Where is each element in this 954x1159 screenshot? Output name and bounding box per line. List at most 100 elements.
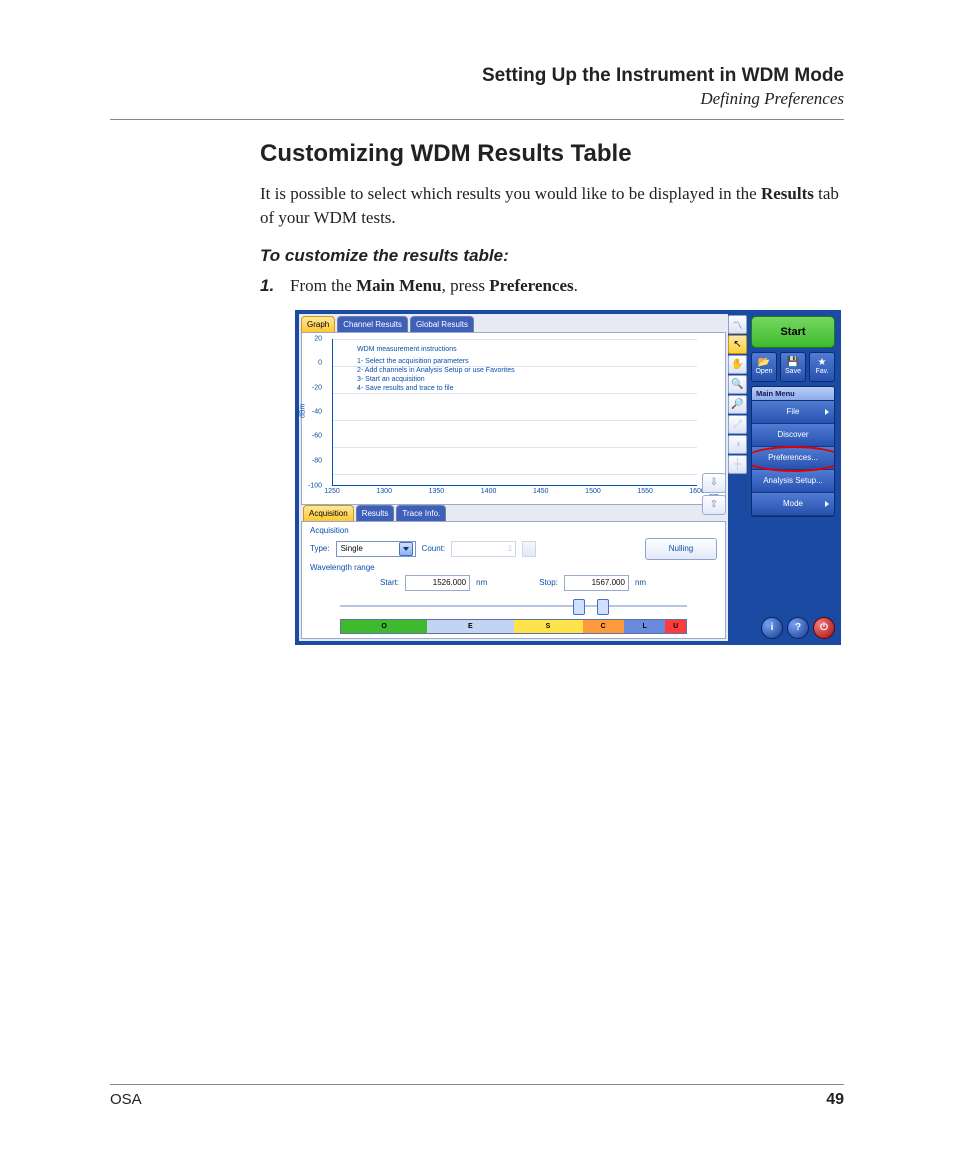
tab-channel-results[interactable]: Channel Results xyxy=(337,316,408,332)
tab-results[interactable]: Results xyxy=(356,505,395,521)
tool-pointer-icon[interactable]: ↖ xyxy=(728,335,747,354)
star-icon: ★ xyxy=(818,358,827,368)
count-label: Count: xyxy=(422,544,446,553)
main-menu: Main Menu File Discover Preferences... A… xyxy=(751,386,835,517)
save-button[interactable]: 💾Save xyxy=(780,352,806,382)
instructions-line: 2- Add channels in Analysis Setup or use… xyxy=(357,366,515,375)
menu-item-discover[interactable]: Discover xyxy=(752,424,834,447)
xtick: 1550 xyxy=(637,488,653,495)
ytick: -60 xyxy=(312,433,322,440)
intro-pre: It is possible to select which results y… xyxy=(260,184,761,203)
open-button[interactable]: 📂Open xyxy=(751,352,777,382)
y-axis-label: dBm xyxy=(300,404,307,418)
chevron-right-icon xyxy=(825,409,829,415)
top-tabs: Graph Channel Results Global Results xyxy=(299,314,728,332)
instructions-overlay: WDM measurement instructions 1- Select t… xyxy=(357,345,515,393)
step-1: 1. From the Main Menu, press Preferences… xyxy=(260,276,844,296)
wavelength-slider[interactable] xyxy=(310,598,717,614)
menu-item-file[interactable]: File xyxy=(752,401,834,424)
dropdown-icon[interactable] xyxy=(399,542,413,556)
xtick: 1400 xyxy=(481,488,497,495)
tool-fit-icon[interactable]: ⤢ xyxy=(728,415,747,434)
main-menu-header: Main Menu xyxy=(752,387,834,401)
band-e: E xyxy=(427,620,513,633)
ytick: 0 xyxy=(318,359,322,366)
ytick: -80 xyxy=(312,458,322,465)
system-buttons: i ? ⏻ xyxy=(751,617,835,639)
band-s: S xyxy=(514,620,583,633)
wavelength-legend: Wavelength range xyxy=(310,563,717,572)
start-label: Start: xyxy=(380,578,399,587)
band-l: L xyxy=(624,620,665,633)
band-u: U xyxy=(665,620,686,633)
power-button[interactable]: ⏻ xyxy=(813,617,835,639)
ytick: -20 xyxy=(312,384,322,391)
help-button[interactable]: ? xyxy=(787,617,809,639)
xtick: 1500 xyxy=(585,488,601,495)
tool-zoom-out-icon[interactable]: 🔎 xyxy=(728,395,747,414)
instructions-line: 4- Save results and trace to file xyxy=(357,384,515,393)
stop-label: Stop: xyxy=(539,578,558,587)
nulling-button[interactable]: Nulling xyxy=(645,538,717,560)
stop-unit: nm xyxy=(635,578,646,587)
tab-graph[interactable]: Graph xyxy=(301,316,335,332)
header-rule xyxy=(110,119,844,120)
count-spinner[interactable] xyxy=(522,541,536,557)
folder-open-icon: 📂 xyxy=(758,358,770,368)
section-heading: Customizing WDM Results Table xyxy=(260,140,844,168)
app-screenshot: Graph Channel Results Global Results 20 … xyxy=(295,310,841,645)
panel-up-button[interactable]: ⇧ xyxy=(702,495,726,515)
ytick: 20 xyxy=(314,335,322,342)
page-header-subtitle: Defining Preferences xyxy=(260,89,844,109)
tool-zoom-in-icon[interactable]: 🔍 xyxy=(728,375,747,394)
xtick: 1300 xyxy=(376,488,392,495)
menu-item-preferences[interactable]: Preferences... xyxy=(752,447,834,470)
page-number: 49 xyxy=(826,1091,844,1109)
procedure-heading: To customize the results table: xyxy=(260,246,844,266)
page-header-title: Setting Up the Instrument in WDM Mode xyxy=(260,65,844,87)
slider-handle-stop[interactable] xyxy=(597,599,609,615)
favorites-button[interactable]: ★Fav. xyxy=(809,352,835,382)
graph-toolbar: 〽 ↖ ✋ 🔍 🔎 ⤢ ◑ ┼ xyxy=(728,314,749,641)
tab-global-results[interactable]: Global Results xyxy=(410,316,474,332)
tool-cursor-icon[interactable]: ┼ xyxy=(728,455,747,474)
ytick: -100 xyxy=(308,482,322,489)
step-number: 1. xyxy=(260,276,290,296)
save-icon: 💾 xyxy=(787,358,799,368)
graph-area: 20 0 -20 -40 -60 -80 -100 dBm 1250 1300 … xyxy=(301,332,726,505)
band-bar: O E S C L U xyxy=(340,619,687,634)
band-o: O xyxy=(341,620,427,633)
instructions-line: 3- Start an acquisition xyxy=(357,375,515,384)
slider-handle-start[interactable] xyxy=(573,599,585,615)
type-value: Single xyxy=(341,544,363,553)
count-input[interactable]: 1 xyxy=(451,541,516,557)
menu-item-analysis-setup[interactable]: Analysis Setup... xyxy=(752,470,834,493)
type-select[interactable]: Single xyxy=(336,541,416,557)
acquisition-legend: Acquisition xyxy=(310,526,717,535)
instructions-title: WDM measurement instructions xyxy=(357,345,515,354)
step-text: From the Main Menu, press Preferences. xyxy=(290,276,844,296)
acquisition-panel: Acquisition Type: Single Count: 1 Nullin… xyxy=(301,521,726,639)
info-button[interactable]: i xyxy=(761,617,783,639)
start-button[interactable]: Start xyxy=(751,316,835,348)
start-input[interactable]: 1526.000 xyxy=(405,575,470,591)
instructions-line: 1- Select the acquisition parameters xyxy=(357,357,515,366)
intro-bold: Results xyxy=(761,184,814,203)
tool-trace-icon[interactable]: 〽 xyxy=(728,315,747,334)
xtick: 1350 xyxy=(429,488,445,495)
tab-acquisition[interactable]: Acquisition xyxy=(303,505,354,521)
stop-input[interactable]: 1567.000 xyxy=(564,575,629,591)
footer-product: OSA xyxy=(110,1091,142,1109)
footer-rule xyxy=(110,1084,844,1085)
right-panel: Start 📂Open 💾Save ★Fav. Main Menu File D… xyxy=(749,314,837,641)
chevron-right-icon xyxy=(825,501,829,507)
start-unit: nm xyxy=(476,578,487,587)
tool-marker-icon[interactable]: ◑ xyxy=(728,435,747,454)
menu-item-mode[interactable]: Mode xyxy=(752,493,834,516)
ytick: -40 xyxy=(312,409,322,416)
intro-paragraph: It is possible to select which results y… xyxy=(260,182,844,230)
band-c: C xyxy=(583,620,624,633)
tool-pan-icon[interactable]: ✋ xyxy=(728,355,747,374)
tab-trace-info[interactable]: Trace Info. xyxy=(396,505,446,521)
panel-down-button[interactable]: ⇩ xyxy=(702,473,726,493)
